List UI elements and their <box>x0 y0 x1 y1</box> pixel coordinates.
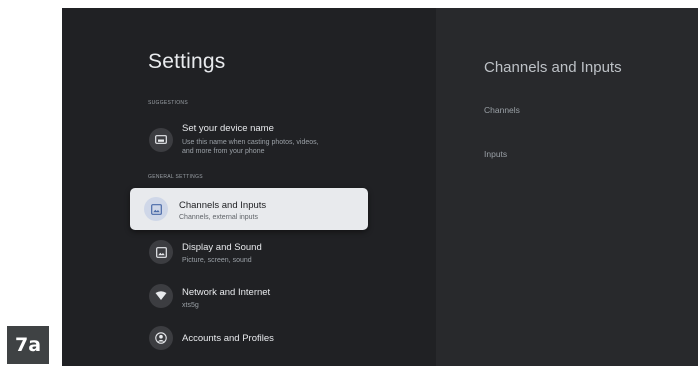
item-title: Display and Sound <box>182 242 262 253</box>
tv-screen: Settings SUGGESTIONS Set your device nam… <box>62 8 698 366</box>
item-subtitle: Channels, external inputs <box>179 214 258 221</box>
detail-item-channels[interactable]: Channels <box>484 105 520 115</box>
item-title: Channels and Inputs <box>179 200 267 211</box>
item-title: Accounts and Profiles <box>182 333 274 344</box>
settings-item-device-name[interactable]: Set your device name Use this name when … <box>130 120 368 160</box>
item-subtitle: xts5g <box>182 302 199 309</box>
section-label-suggestions: SUGGESTIONS <box>148 100 188 106</box>
page-title: Settings <box>148 50 226 73</box>
settings-item-channels-inputs[interactable]: Channels and Inputs Channels, external i… <box>130 188 368 230</box>
settings-item-display-sound[interactable]: Display and Sound Picture, screen, sound <box>130 238 368 270</box>
detail-panel: Channels and Inputs Channels Inputs <box>436 8 698 366</box>
detail-panel-title: Channels and Inputs <box>484 59 622 76</box>
item-title: Set your device name <box>182 123 274 134</box>
settings-item-accounts-profiles[interactable]: Accounts and Profiles <box>130 326 368 354</box>
figure-label-badge: 7a <box>7 326 49 364</box>
account-icon <box>149 326 173 350</box>
display-icon <box>149 240 173 264</box>
cast-screen-icon <box>149 128 173 152</box>
section-label-general-settings: GENERAL SETTINGS <box>148 174 203 180</box>
settings-item-network-internet[interactable]: Network and Internet xts5g <box>130 282 368 314</box>
image-input-icon <box>144 197 168 221</box>
wifi-icon <box>149 284 173 308</box>
item-title: Network and Internet <box>182 287 271 298</box>
item-subtitle-line-2: and more from your phone <box>182 148 265 155</box>
item-subtitle: Picture, screen, sound <box>182 257 252 264</box>
detail-item-inputs[interactable]: Inputs <box>484 149 507 159</box>
item-subtitle-line-1: Use this name when casting photos, video… <box>182 139 319 146</box>
